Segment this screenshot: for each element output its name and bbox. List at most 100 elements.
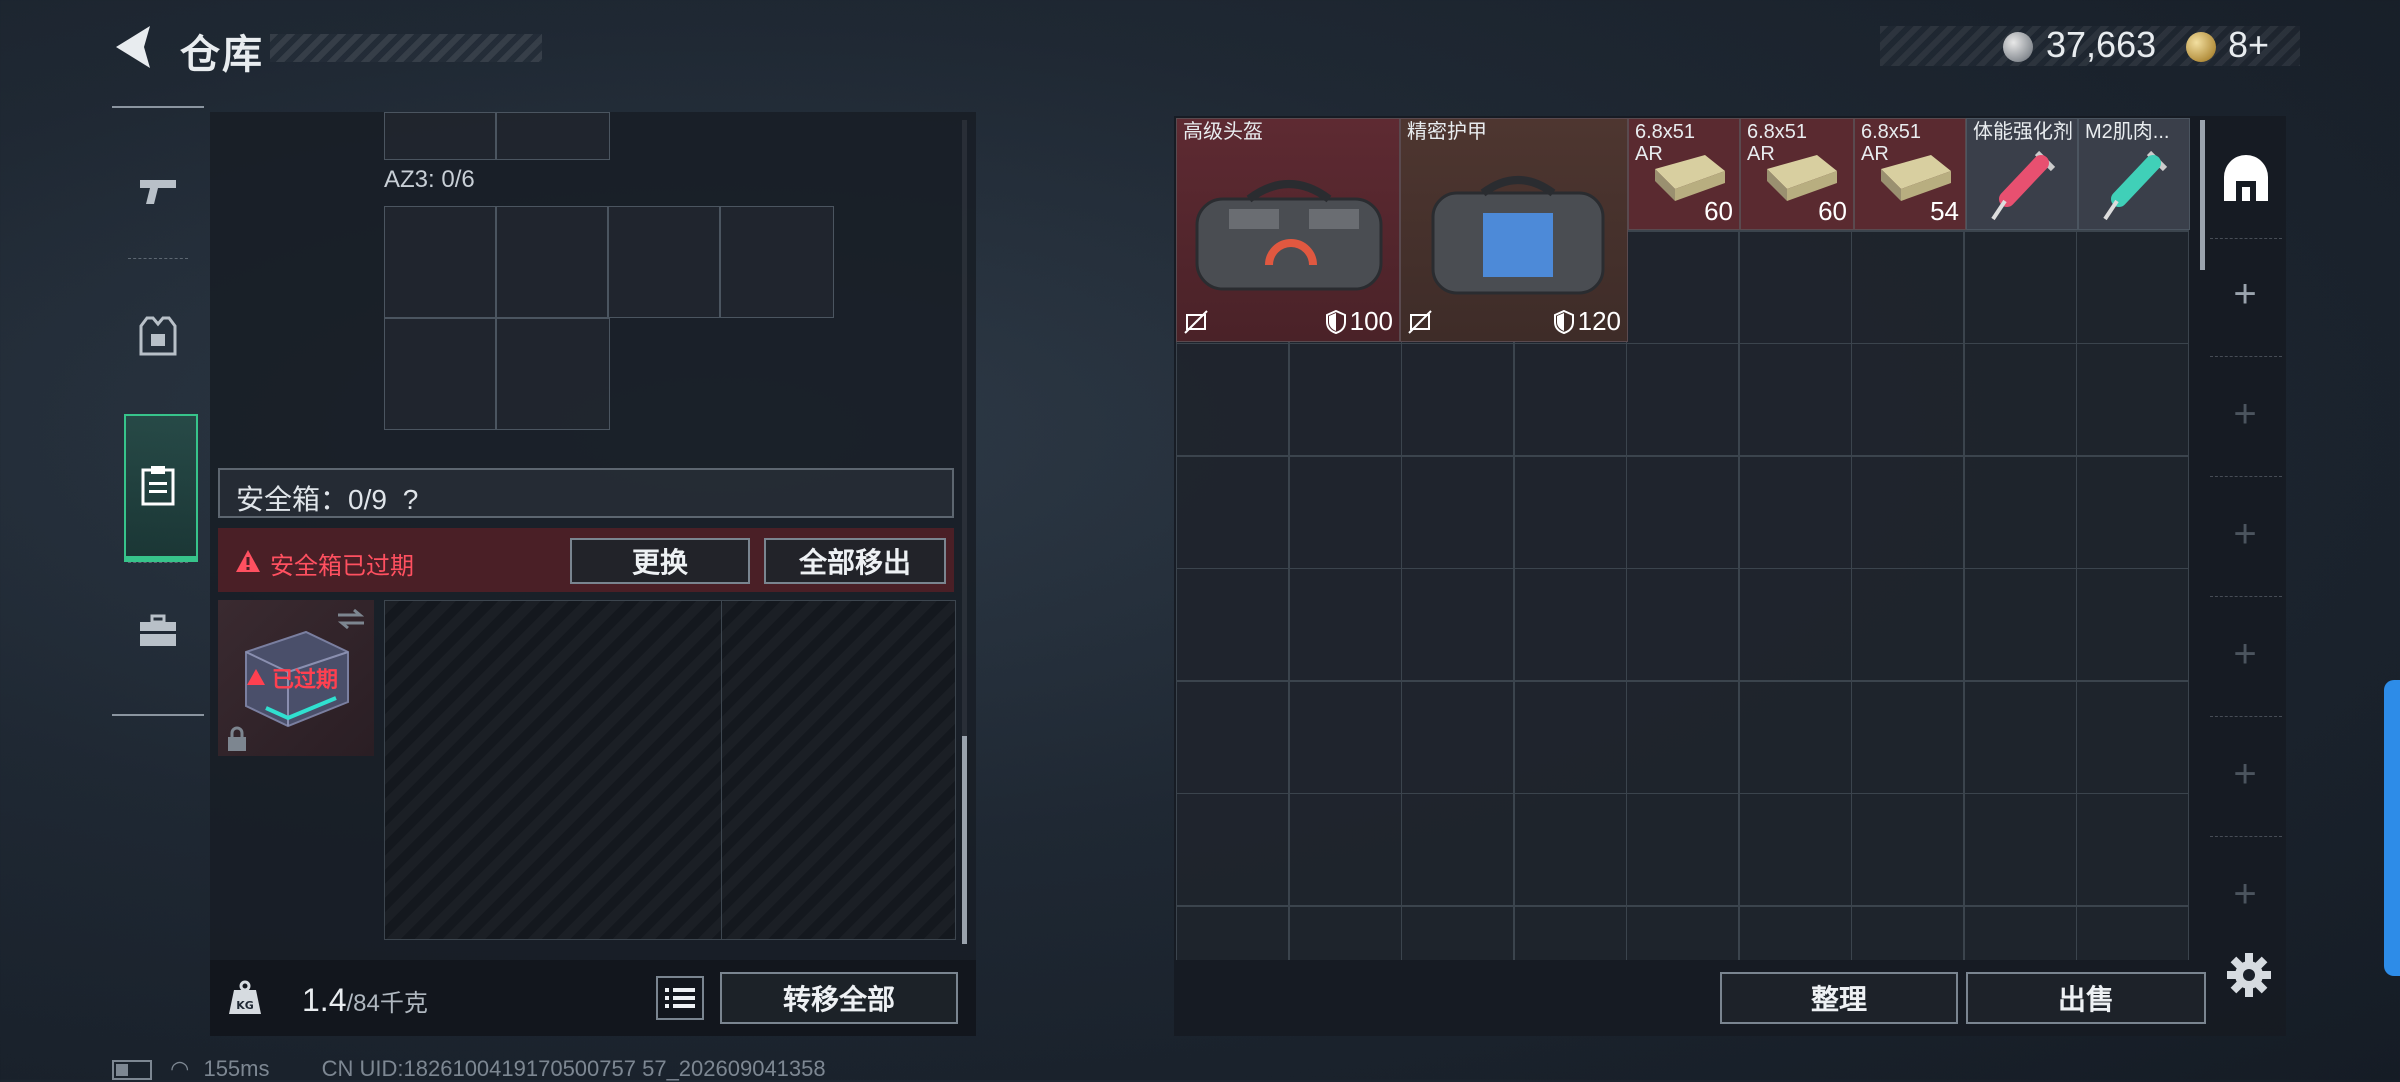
transfer-all-button[interactable]: 转移全部	[720, 972, 958, 1024]
stash-cell[interactable]	[1176, 343, 1289, 456]
stash-cell[interactable]	[1513, 455, 1627, 569]
replace-button[interactable]: 更换	[570, 538, 750, 584]
container-cell[interactable]	[496, 206, 608, 318]
stash-cell[interactable]	[1963, 793, 2077, 906]
stash-cell[interactable]	[1738, 680, 1852, 794]
nav-item-toolbox[interactable]	[112, 566, 204, 696]
settings-gear-icon[interactable]	[2226, 952, 2272, 998]
stash-cell[interactable]	[1626, 905, 1739, 960]
stash-cell[interactable]	[1626, 230, 1739, 344]
stash-cell[interactable]	[2076, 230, 2189, 344]
nav-item-armor[interactable]	[112, 272, 204, 402]
stash-cell[interactable]	[1513, 905, 1627, 960]
container-cell[interactable]	[608, 206, 720, 318]
stash-cell[interactable]	[2076, 905, 2189, 960]
stash-cell[interactable]	[1963, 905, 2077, 960]
gold-currency-value[interactable]: 8+	[2228, 24, 2269, 66]
stash-cell[interactable]	[1176, 905, 1289, 960]
stash-cell[interactable]	[2076, 343, 2189, 456]
back-arrow-icon[interactable]	[110, 22, 156, 72]
stash-cell[interactable]	[1851, 455, 1964, 569]
help-icon[interactable]: ?	[403, 484, 419, 515]
sort-button[interactable]: 整理	[1720, 972, 1958, 1024]
list-view-button[interactable]	[656, 976, 704, 1020]
remove-all-button[interactable]: 全部移出	[764, 538, 946, 584]
stash-cell[interactable]	[2076, 568, 2189, 681]
stash-item-ammo[interactable]: 6.8x51 AR 60	[1628, 118, 1740, 230]
container-cell[interactable]	[384, 112, 496, 160]
stash-cell[interactable]	[1738, 230, 1852, 344]
stash-cell[interactable]	[1851, 905, 1964, 960]
stash-cell[interactable]	[1513, 680, 1627, 794]
stash-cell[interactable]	[1176, 568, 1289, 681]
stash-cell[interactable]	[1738, 905, 1852, 960]
swap-icon[interactable]	[336, 608, 366, 630]
stash-cell[interactable]	[1401, 455, 1514, 569]
stash-cell[interactable]	[1513, 568, 1627, 681]
stash-item-armor[interactable]: 精密护甲 120	[1400, 118, 1628, 342]
stash-cell[interactable]	[1401, 793, 1514, 906]
stash-cell[interactable]	[1288, 793, 1402, 906]
stash-cell[interactable]	[1513, 343, 1627, 456]
stash-cell[interactable]	[1401, 343, 1514, 456]
stash-cell[interactable]	[1738, 793, 1852, 906]
add-stash-page-icon[interactable]: +	[2230, 752, 2260, 797]
stash-cell[interactable]	[1626, 680, 1739, 794]
add-stash-page-icon[interactable]: +	[2230, 632, 2260, 677]
stash-scrollbar[interactable]	[2200, 120, 2205, 270]
stash-item-ammo[interactable]: 6.8x51 AR 60	[1740, 118, 1854, 230]
stash-cell[interactable]	[1288, 568, 1402, 681]
stash-page-home[interactable]	[2206, 118, 2286, 238]
add-stash-page-icon[interactable]: +	[2230, 272, 2260, 317]
item-durability: 100	[1325, 306, 1393, 337]
stash-cell[interactable]	[1963, 568, 2077, 681]
stash-cell[interactable]	[1963, 680, 2077, 794]
container-cell[interactable]	[720, 206, 834, 318]
stash-cell[interactable]	[1288, 905, 1402, 960]
add-stash-page-icon[interactable]: +	[2230, 392, 2260, 437]
stash-cell[interactable]	[1288, 455, 1402, 569]
nav-item-safe-box[interactable]	[112, 420, 204, 550]
container-cell[interactable]	[496, 318, 610, 430]
stash-cell[interactable]	[1176, 793, 1289, 906]
nav-item-weapon[interactable]	[112, 126, 204, 256]
add-stash-page-icon[interactable]: +	[2230, 512, 2260, 557]
stash-item-injector[interactable]: 体能强化剂	[1966, 118, 2078, 230]
add-stash-page-icon[interactable]: +	[2230, 872, 2260, 917]
stash-cell[interactable]	[1963, 230, 2077, 344]
stash-cell[interactable]	[1738, 568, 1852, 681]
stash-cell[interactable]	[1401, 568, 1514, 681]
stash-cell[interactable]	[2076, 680, 2189, 794]
stash-cell[interactable]	[1401, 905, 1514, 960]
stash-cell[interactable]	[1626, 568, 1739, 681]
left-scrollbar-thumb[interactable]	[962, 736, 967, 944]
stash-cell[interactable]	[1176, 680, 1289, 794]
stash-cell[interactable]	[1401, 680, 1514, 794]
stash-cell[interactable]	[2076, 455, 2189, 569]
stash-cell[interactable]	[1963, 343, 2077, 456]
sell-button[interactable]: 出售	[1966, 972, 2206, 1024]
edge-pull-tab[interactable]	[2384, 680, 2400, 976]
container-cell[interactable]	[384, 318, 496, 430]
container-cell[interactable]	[384, 206, 496, 318]
stash-cell[interactable]	[1738, 343, 1852, 456]
stash-cell[interactable]	[1738, 455, 1852, 569]
stash-cell[interactable]	[1288, 343, 1402, 456]
stash-cell[interactable]	[2076, 793, 2189, 906]
stash-cell[interactable]	[1288, 680, 1402, 794]
stash-cell[interactable]	[1626, 793, 1739, 906]
stash-cell[interactable]	[1513, 793, 1627, 906]
stash-cell[interactable]	[1851, 568, 1964, 681]
stash-cell[interactable]	[1851, 793, 1964, 906]
stash-item-injector[interactable]: M2肌肉...	[2078, 118, 2190, 230]
stash-item-ammo[interactable]: 6.8x51 AR 54	[1854, 118, 1966, 230]
stash-cell[interactable]	[1626, 343, 1739, 456]
stash-cell[interactable]	[1963, 455, 2077, 569]
stash-cell[interactable]	[1851, 230, 1964, 344]
stash-cell[interactable]	[1851, 680, 1964, 794]
stash-item-helmet[interactable]: 高级头盔 100	[1176, 118, 1400, 342]
stash-cell[interactable]	[1851, 343, 1964, 456]
stash-cell[interactable]	[1626, 455, 1739, 569]
container-cell[interactable]	[496, 112, 610, 160]
stash-cell[interactable]	[1176, 455, 1289, 569]
